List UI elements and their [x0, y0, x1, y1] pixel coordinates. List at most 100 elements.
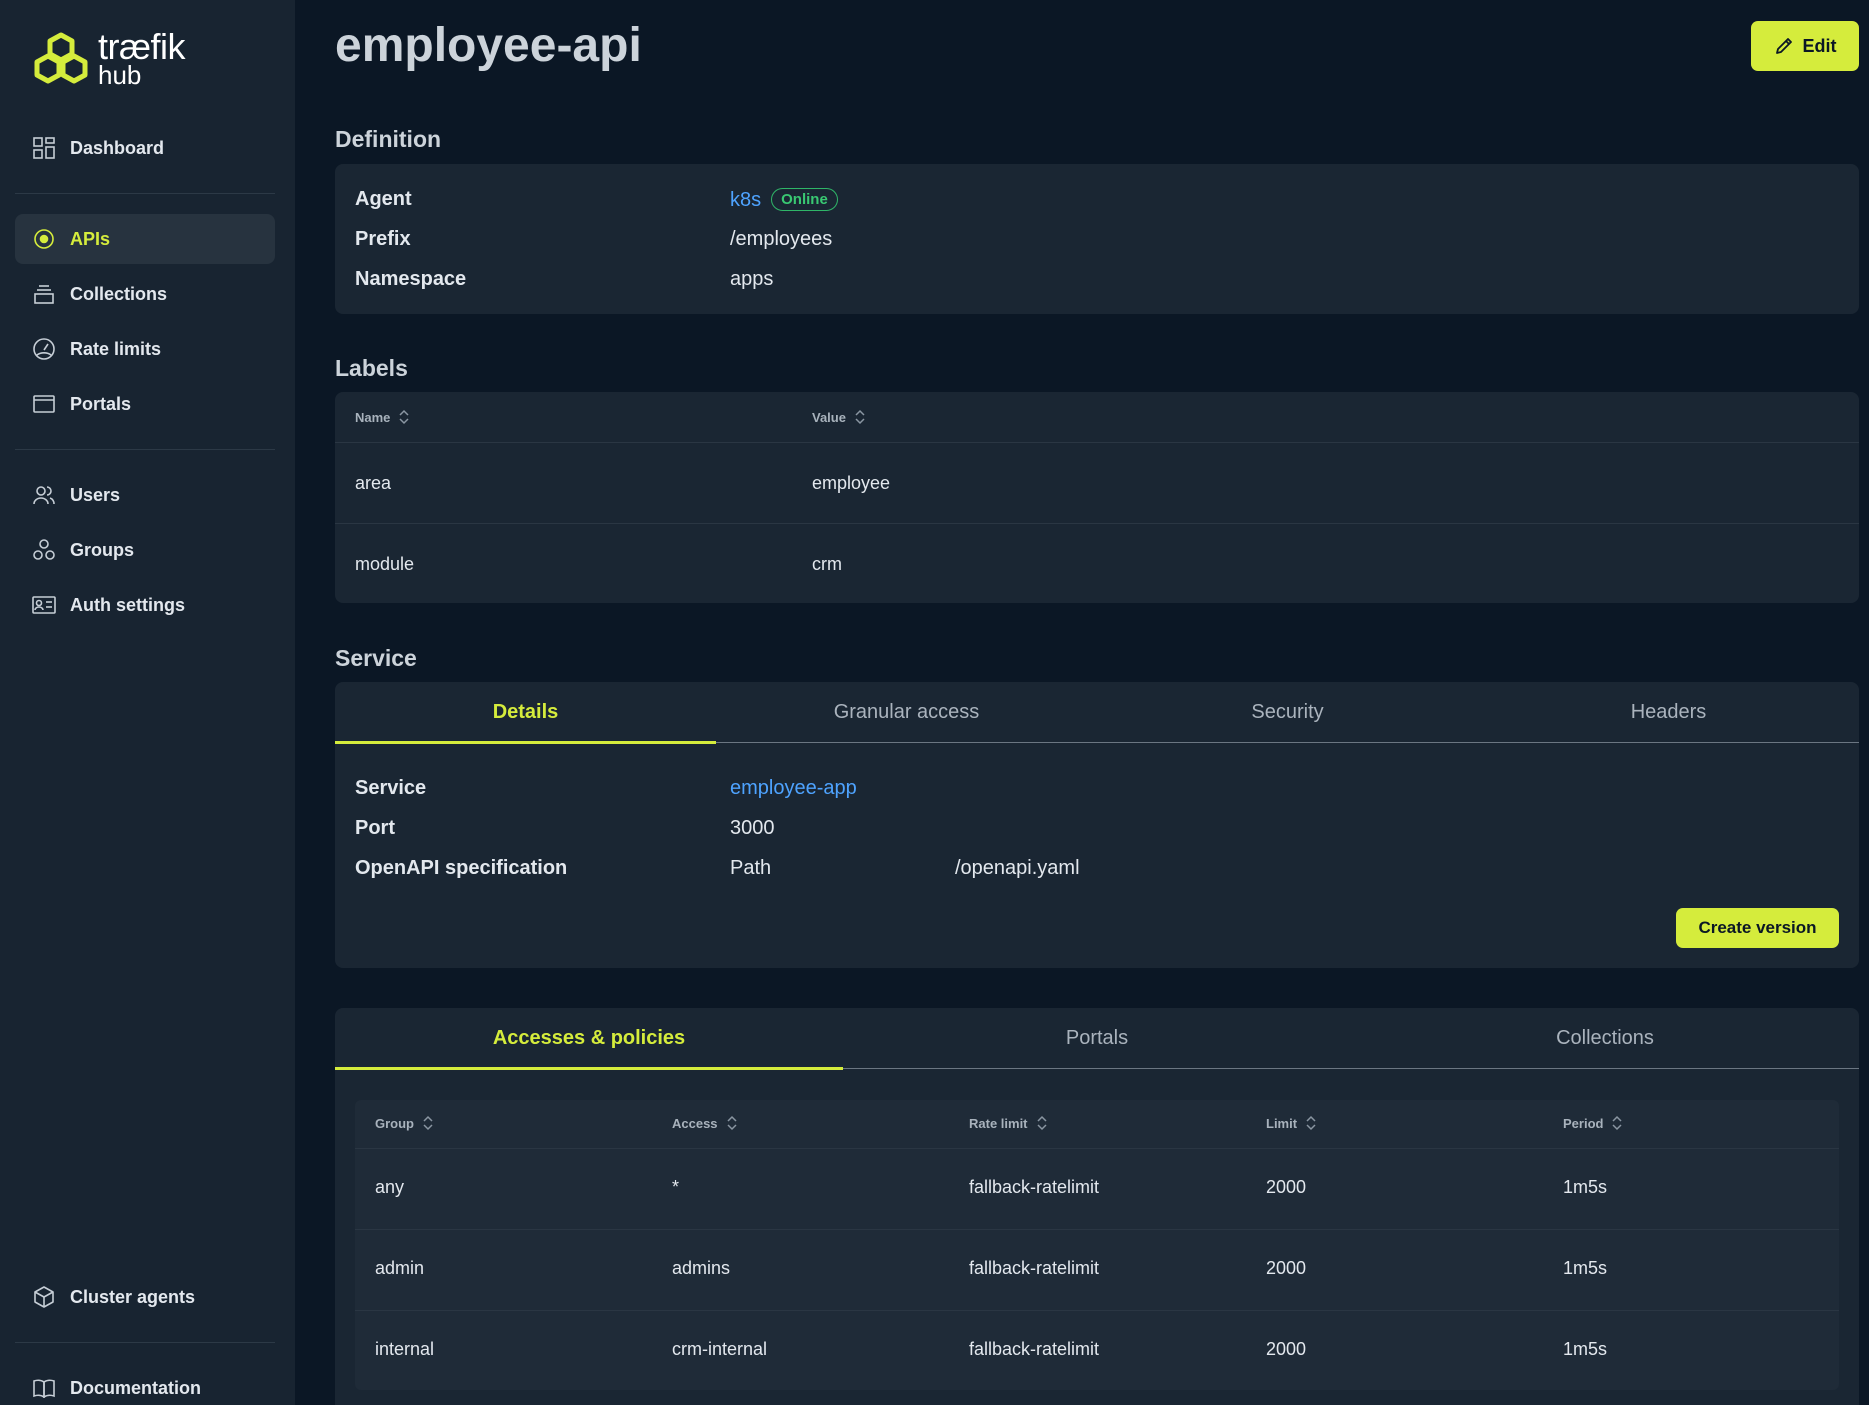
label-name: module — [355, 554, 415, 574]
tab-accesses-policies[interactable]: Accesses & policies — [335, 1008, 843, 1068]
definition-heading: Definition — [335, 126, 442, 152]
hexagon-logo-icon — [34, 32, 88, 84]
sidebar-item-apis[interactable]: APIs — [15, 214, 275, 264]
sidebar-item-cluster-agents[interactable]: Cluster agents — [15, 1272, 275, 1322]
group-link[interactable]: internal — [375, 1339, 434, 1360]
divider — [15, 1342, 275, 1343]
namespace-label: Namespace — [355, 268, 467, 290]
sidebar-item-label: Dashboard — [70, 137, 165, 158]
sort-icon — [1306, 1115, 1316, 1131]
label-value: employee — [812, 473, 891, 493]
api-icon — [32, 227, 56, 251]
label-value: crm — [812, 554, 842, 574]
row-divider — [335, 523, 1859, 524]
sidebar-item-auth-settings[interactable]: Auth settings — [15, 580, 275, 630]
column-header-rate-limit[interactable]: Rate limit — [969, 1114, 1048, 1132]
sidebar-item-portals[interactable]: Portals — [15, 379, 275, 429]
group-cell: any — [375, 1177, 405, 1197]
service-label: Service — [355, 777, 427, 799]
definition-card: Agent k8s Online Prefix /employees Namesp… — [335, 164, 1859, 314]
agent-value: k8s Online — [730, 188, 838, 212]
period-cell: 1m5s — [1563, 1339, 1608, 1359]
sidebar-item-collections[interactable]: Collections — [15, 269, 275, 319]
book-icon — [32, 1376, 56, 1400]
limit-cell: 2000 — [1266, 1258, 1307, 1278]
edit-button[interactable]: Edit — [1751, 21, 1859, 71]
period-cell: 1m5s — [1563, 1258, 1608, 1278]
sidebar-item-users[interactable]: Users — [15, 470, 275, 520]
sidebar: træfik hub Dashboard APIs Collections Ra… — [0, 0, 295, 1405]
group-link[interactable]: admin — [375, 1258, 424, 1279]
openapi-label: OpenAPI specification — [355, 857, 568, 879]
sidebar-item-label: Portals — [70, 393, 132, 414]
service-link[interactable]: employee-app — [730, 777, 857, 800]
divider — [15, 449, 275, 450]
limit-cell: 2000 — [1266, 1339, 1307, 1359]
row-divider — [355, 1148, 1839, 1149]
sidebar-item-groups[interactable]: Groups — [15, 525, 275, 575]
sidebar-item-label: Collections — [70, 283, 168, 304]
sidebar-item-label: Cluster agents — [70, 1286, 196, 1307]
column-header-label: Group — [375, 1115, 414, 1131]
groups-icon — [32, 538, 56, 562]
rate-limit-link[interactable]: fallback-ratelimit — [969, 1177, 1099, 1198]
openapi-type: Path — [730, 857, 772, 879]
sidebar-item-documentation[interactable]: Documentation — [15, 1363, 275, 1405]
labels-table: Name Value area employee module crm — [335, 392, 1859, 603]
column-header-limit[interactable]: Limit — [1266, 1114, 1317, 1132]
sort-icon — [1036, 1115, 1047, 1131]
collections-icon — [32, 282, 56, 306]
limit-cell: 2000 — [1266, 1177, 1307, 1197]
column-header-name[interactable]: Name — [355, 408, 410, 426]
prefix-value: /employees — [730, 228, 833, 250]
tab-granular-access[interactable]: Granular access — [716, 682, 1097, 742]
sidebar-item-dashboard[interactable]: Dashboard — [15, 123, 275, 173]
rate-limit-link[interactable]: fallback-ratelimit — [969, 1258, 1099, 1279]
openapi-path: /openapi.yaml — [955, 857, 1080, 879]
sort-icon — [423, 1115, 433, 1131]
status-badge: Online — [771, 188, 838, 211]
sidebar-item-label: Auth settings — [70, 594, 185, 615]
tab-portals[interactable]: Portals — [843, 1008, 1351, 1068]
agent-link[interactable]: k8s — [730, 189, 761, 211]
access-table: Group Access Rate limit Limit Period any… — [355, 1100, 1839, 1390]
sidebar-item-label: Rate limits — [70, 338, 162, 359]
column-header-access[interactable]: Access — [672, 1114, 738, 1132]
traefik-hub-logo[interactable]: træfik hub — [32, 26, 232, 90]
port-value: 3000 — [730, 817, 775, 839]
access-card: Accesses & policies Portals Collections … — [335, 1008, 1859, 1405]
prefix-label: Prefix — [355, 228, 411, 250]
labels-heading: Labels — [335, 355, 408, 381]
column-header-label: Limit — [1266, 1115, 1298, 1131]
column-header-value[interactable]: Value — [812, 408, 866, 426]
sidebar-item-label: APIs — [70, 228, 111, 249]
tab-security[interactable]: Security — [1097, 682, 1478, 742]
column-header-label: Value — [812, 409, 846, 425]
sidebar-item-rate-limits[interactable]: Rate limits — [15, 324, 275, 374]
tab-details[interactable]: Details — [335, 682, 716, 742]
column-header-group[interactable]: Group — [375, 1114, 434, 1132]
auth-icon — [32, 593, 56, 617]
agent-label: Agent — [355, 188, 412, 210]
access-cell: admins — [672, 1258, 731, 1278]
pencil-icon — [1775, 38, 1792, 54]
active-tab-indicator — [335, 1067, 843, 1070]
column-header-period[interactable]: Period — [1563, 1114, 1623, 1132]
create-version-button[interactable]: Create version — [1676, 908, 1839, 948]
rate-limit-link[interactable]: fallback-ratelimit — [969, 1339, 1099, 1360]
users-icon — [32, 483, 56, 507]
namespace-value: apps — [730, 268, 774, 290]
tab-collections[interactable]: Collections — [1351, 1008, 1859, 1068]
sidebar-item-label: Documentation — [70, 1377, 202, 1398]
column-header-label: Access — [672, 1115, 718, 1131]
brand-sub: hub — [98, 60, 142, 90]
active-tab-indicator — [335, 741, 716, 744]
row-divider — [355, 1310, 1839, 1311]
rate-limit-icon — [32, 337, 56, 361]
portal-icon — [32, 392, 56, 416]
column-header-label: Rate limit — [969, 1115, 1028, 1131]
service-heading: Service — [335, 645, 417, 671]
tab-headers[interactable]: Headers — [1478, 682, 1859, 742]
access-cell: * — [672, 1177, 680, 1197]
column-header-label: Period — [1563, 1115, 1604, 1131]
